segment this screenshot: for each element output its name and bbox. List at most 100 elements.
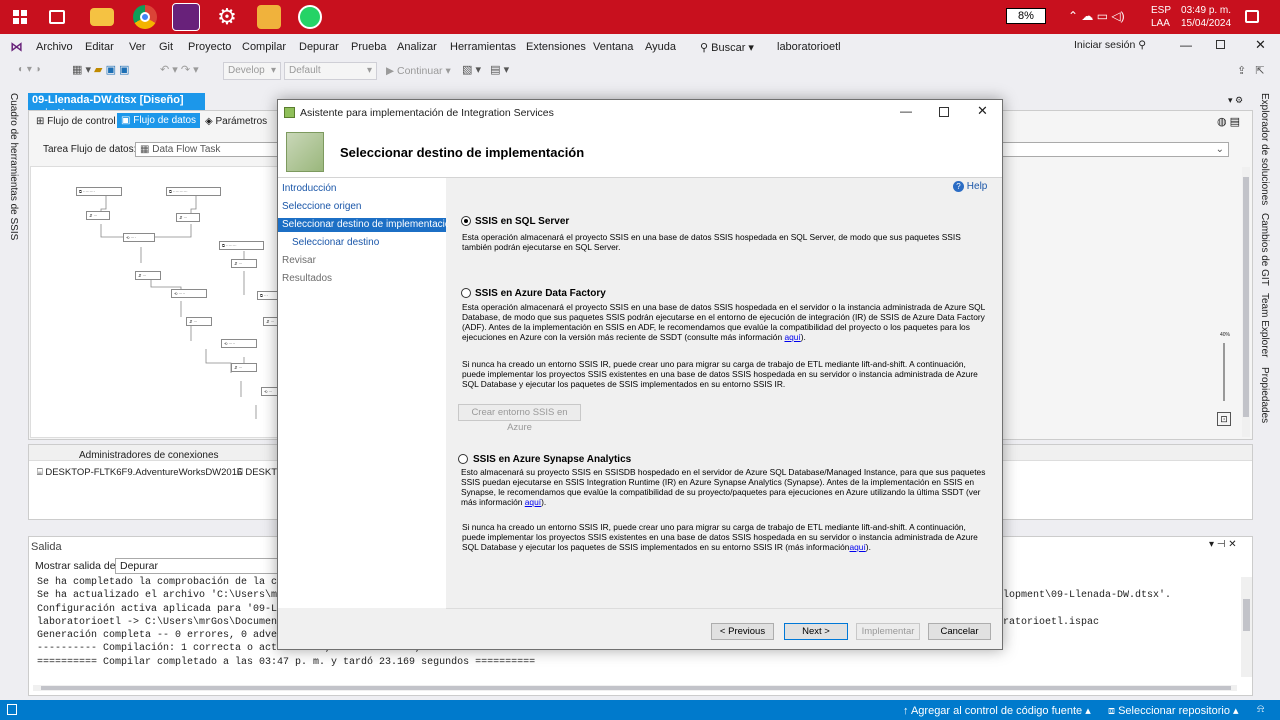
continue-button[interactable]: ▶ Continuar ▾ <box>386 65 451 77</box>
graph-node[interactable]: ⟲ ···· <box>123 233 155 242</box>
whatsapp-icon[interactable] <box>298 5 322 29</box>
menu-extensiones[interactable]: Extensiones <box>526 41 586 53</box>
graph-node[interactable]: ⧉ ········ <box>219 241 264 250</box>
file-explorer-icon[interactable] <box>90 8 114 26</box>
tab-control-flow[interactable]: ⊞ Flujo de control <box>33 115 119 128</box>
help-link[interactable]: ? Help <box>953 181 987 192</box>
zoom-slider[interactable] <box>1223 343 1225 401</box>
graph-node[interactable]: ⇵ ··· <box>231 259 257 268</box>
zoom-fit-icon[interactable]: ⊡ <box>1217 412 1231 426</box>
output-panel-controls[interactable]: ▾ ⊣ ✕ <box>1209 539 1237 550</box>
git-changes-strip[interactable]: Cambios de GIT <box>1259 213 1270 286</box>
tray-icons[interactable]: ⌃ ☁ ▭ ◁) <box>1068 9 1125 23</box>
menu-depurar[interactable]: Depurar <box>299 41 339 53</box>
toolbar-file-icons[interactable]: ▦ ▾ ▰ ▣ ▣ <box>72 63 129 76</box>
radio-ssis-sql-server[interactable] <box>461 216 471 226</box>
graph-node[interactable]: ⧉ ········· <box>76 187 122 196</box>
graph-node[interactable]: ⧉ ··········· <box>166 187 221 196</box>
properties-strip[interactable]: Propiedades <box>1259 367 1270 423</box>
nav-seleccione-origen[interactable]: Seleccione origen <box>278 200 446 214</box>
notification-icon[interactable] <box>1245 10 1259 23</box>
clock[interactable]: 03:49 p. m. 15/04/2024 <box>1181 4 1231 30</box>
config-dropdown[interactable]: Develop ▾ <box>223 62 281 80</box>
graph-node[interactable]: ⟲ ··· <box>261 387 277 396</box>
nav-seleccionar-destino[interactable]: Seleccionar destino <box>278 236 446 250</box>
previous-button[interactable]: < Previous <box>711 623 774 640</box>
graph-node[interactable]: ⇵ ··· <box>231 363 257 372</box>
designer-scrollbar[interactable] <box>1242 167 1250 437</box>
share-icon[interactable]: ⇪ ⇱ <box>1237 64 1265 77</box>
nav-seleccionar-destino-implementacion[interactable]: Seleccionar destino de implementación <box>278 218 456 232</box>
create-ssis-azure-button[interactable]: Crear entorno SSIS en Azure <box>458 404 581 433</box>
more-info-link-2[interactable]: aquí <box>849 542 865 552</box>
graph-node[interactable]: ⇵ ··· <box>186 317 212 326</box>
maximize-button[interactable] <box>1216 40 1225 49</box>
menu-analizar[interactable]: Analizar <box>397 41 437 53</box>
minimize-button[interactable]: — <box>1180 38 1192 52</box>
graph-node[interactable]: ⇵ ··· <box>86 211 110 220</box>
radio-ssis-azure-data-factory[interactable] <box>461 288 471 298</box>
task-view-icon[interactable] <box>49 10 65 24</box>
deploy-button[interactable]: Implementar <box>856 623 920 640</box>
select-repository[interactable]: ⧈ Seleccionar repositorio ▴ <box>1108 704 1239 718</box>
menu-ayuda[interactable]: Ayuda <box>645 41 676 53</box>
menu-ver[interactable]: Ver <box>129 41 146 53</box>
output-hscrollbar[interactable] <box>33 685 1237 691</box>
dialog-close-button[interactable]: ✕ <box>977 103 988 119</box>
graph-node[interactable]: ⟲ ····· <box>171 289 207 298</box>
notifications-icon[interactable]: ⍾ <box>1257 703 1264 716</box>
connection-item[interactable]: ⌸ DESKT <box>237 467 277 478</box>
solution-explorer-strip[interactable]: Explorador de soluciones <box>1259 93 1270 205</box>
menu-herramientas[interactable]: Herramientas <box>450 41 516 53</box>
chrome-icon[interactable] <box>133 5 157 29</box>
output-source-dropdown[interactable]: Depurar <box>115 558 280 574</box>
option-label[interactable]: SSIS en SQL Server <box>475 216 569 227</box>
output-scrollbar[interactable] <box>1241 577 1252 677</box>
option-label[interactable]: SSIS en Azure Data Factory <box>475 288 606 299</box>
ssis-toolbox-strip[interactable]: Cuadro de herramientas de SSIS <box>8 93 19 240</box>
menu-ventana[interactable]: Ventana <box>593 41 633 53</box>
search-box[interactable]: ⚲ Buscar ▾ <box>700 41 754 54</box>
dialog-maximize-button[interactable] <box>939 107 949 117</box>
more-info-link[interactable]: aquí <box>525 497 541 507</box>
sign-in-link[interactable]: Iniciar sesión ⚲ <box>1074 39 1146 51</box>
undo-redo-icon[interactable]: ↶ ▾ ↷ ▾ <box>160 63 199 76</box>
tab-data-flow[interactable]: ▣ Flujo de datos <box>117 113 201 128</box>
document-tab[interactable]: 09-Llenada-DW.dtsx [Diseño] ⊣ ✕ <box>28 93 205 119</box>
team-explorer-strip[interactable]: Team Explorer <box>1259 293 1270 357</box>
graph-node[interactable]: ⇵ ··· <box>176 213 200 222</box>
radio-ssis-azure-synapse[interactable] <box>458 454 468 464</box>
platform-dropdown[interactable]: Default ▾ <box>284 62 377 80</box>
graph-node[interactable]: ⇵ ··· <box>135 271 161 280</box>
cancel-button[interactable]: Cancelar <box>928 623 991 640</box>
data-flow-canvas[interactable]: ⧉ ········· ⧉ ··········· ⇵ ··· ⇵ ··· ⟲ … <box>30 166 278 438</box>
menu-editar[interactable]: Editar <box>85 41 114 53</box>
toolbar-extra-icons[interactable]: ▧ ▾ ▤ ▾ <box>462 63 509 76</box>
more-info-link[interactable]: aquí <box>784 332 800 342</box>
connection-item[interactable]: ⌸ DESKTOP-FLTK6F9.AdventureWorksDW2016 <box>37 467 242 478</box>
graph-node[interactable]: ⟲ ····· <box>221 339 257 348</box>
menu-archivo[interactable]: Archivo <box>36 41 73 53</box>
menu-compilar[interactable]: Compilar <box>242 41 286 53</box>
next-button[interactable]: Next > <box>784 623 848 640</box>
graph-node[interactable]: ⧉ ··· <box>257 291 277 300</box>
nav-introduccion[interactable]: Introducción <box>278 182 446 196</box>
close-window-button[interactable]: ✕ <box>1255 37 1266 53</box>
tab-parameters[interactable]: ◈ Parámetros <box>202 115 270 128</box>
nav-back-forward-icon[interactable]: ◐ ▾ ◑ <box>18 64 41 75</box>
start-icon[interactable] <box>13 10 27 24</box>
designer-side-icons[interactable]: ◍ ▤ <box>1217 115 1240 128</box>
visual-studio-icon[interactable] <box>172 3 200 31</box>
graph-node[interactable]: ⇵ ··· <box>263 317 277 326</box>
battery-indicator[interactable]: 8% <box>1006 8 1046 24</box>
paint-icon[interactable] <box>257 5 281 29</box>
menu-proyecto[interactable]: Proyecto <box>188 41 231 53</box>
dialog-minimize-button[interactable]: — <box>900 104 912 118</box>
menu-prueba[interactable]: Prueba <box>351 41 386 53</box>
settings-gear-icon[interactable]: ⚙ <box>215 5 239 29</box>
tab-overflow-icon[interactable]: ▾ ⚙ <box>1228 95 1243 106</box>
input-language[interactable]: ESP LAA <box>1151 4 1171 30</box>
add-source-control[interactable]: ↑ Agregar al control de código fuente ▴ <box>903 704 1091 717</box>
menu-git[interactable]: Git <box>159 41 173 53</box>
option-label[interactable]: SSIS en Azure Synapse Analytics <box>473 454 631 465</box>
